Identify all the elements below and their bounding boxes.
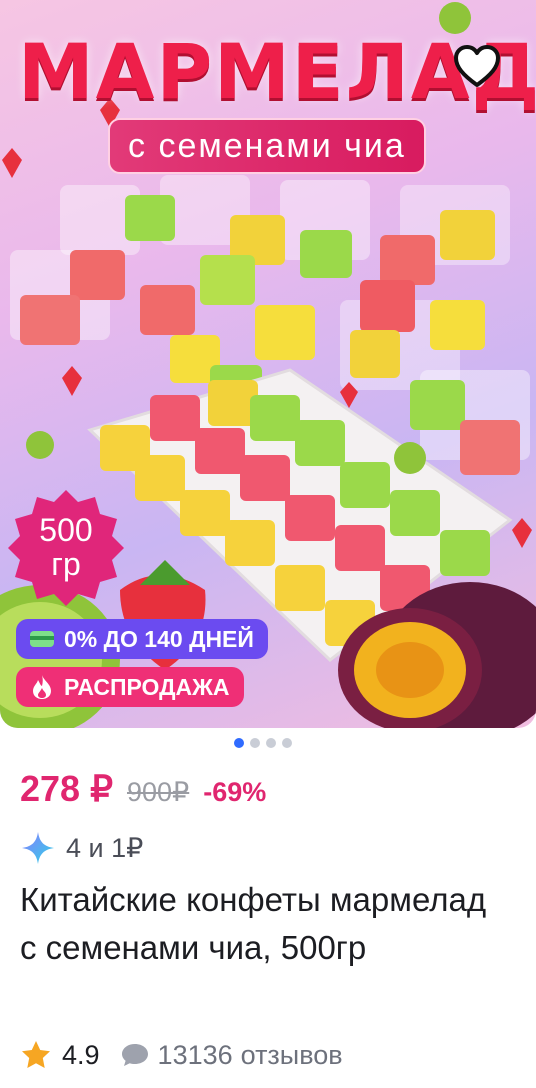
card-icon [28, 625, 56, 653]
weight-badge: 500 гр [6, 488, 126, 608]
discount-percent: -69% [203, 777, 267, 807]
carousel-dot[interactable] [234, 738, 244, 748]
fire-icon [28, 673, 56, 701]
carousel-dot[interactable] [282, 738, 292, 748]
installment-badge: 0% ДО 140 ДНЕЙ [16, 619, 268, 659]
heart-icon [454, 45, 500, 87]
product-card[interactable]: МАРМЕЛАД с семенами чиа 500 гр 0% ДО 140… [0, 0, 536, 1088]
bonus-text: 4 и 1₽ [66, 832, 144, 863]
image-carousel-dots[interactable] [234, 738, 292, 748]
sale-label: РАСПРОДАЖА [64, 673, 230, 700]
weight-value: 500 [39, 512, 93, 549]
current-price: 278 ₽ [20, 768, 113, 809]
price-row: 278 ₽ 900₽ -69% [20, 768, 266, 814]
bonus-row: 4 и 1₽ [20, 830, 143, 866]
star-icon [22, 1041, 50, 1068]
image-subheadline: с семенами чиа [108, 118, 426, 174]
product-title[interactable]: Китайские конфеты мармелад с семенами чи… [20, 876, 510, 972]
sparkle-icon [22, 832, 54, 864]
rating-value: 4.9 [62, 1039, 100, 1070]
old-price: 900₽ [126, 777, 190, 807]
reviews-count: 13136 [157, 1039, 233, 1070]
rating-row[interactable]: 4.9 13136 отзывов [20, 1035, 343, 1075]
carousel-dot[interactable] [266, 738, 276, 748]
favorite-button[interactable] [452, 42, 502, 90]
weight-unit: гр [51, 546, 81, 582]
installment-label: 0% ДО 140 ДНЕЙ [64, 625, 254, 652]
comment-icon [121, 1044, 148, 1066]
sale-badge: РАСПРОДАЖА [16, 667, 244, 707]
product-image[interactable]: МАРМЕЛАД с семенами чиа 500 гр 0% ДО 140… [0, 0, 536, 728]
reviews-label: отзывов [240, 1039, 343, 1070]
carousel-dot[interactable] [250, 738, 260, 748]
